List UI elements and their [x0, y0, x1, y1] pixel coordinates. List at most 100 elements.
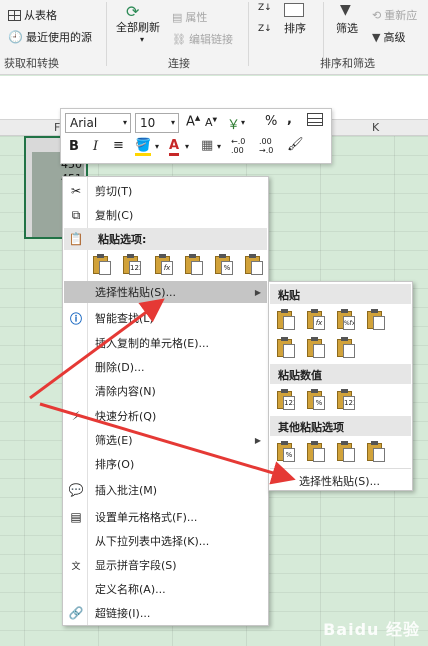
currency-format-button[interactable]: ￥	[227, 114, 240, 133]
advanced-filter-icon: ▼	[372, 30, 381, 44]
menu-item-smart-lookup[interactable]: ⓘ 智能查找(L)	[64, 307, 267, 329]
edit-links-button[interactable]: ⛓ 编辑链接	[172, 31, 233, 47]
fill-color-button[interactable]: 🪣	[135, 138, 152, 156]
menu-item-label: 快速分析(Q)	[95, 410, 157, 423]
sort-za-button[interactable]: Z↓	[258, 24, 272, 34]
paste-formatting-icon[interactable]: %	[213, 253, 235, 277]
submenu-section-paste: 粘贴	[270, 284, 411, 304]
menu-item-sort[interactable]: 排序(O)	[64, 453, 267, 475]
menu-item-copy[interactable]: ⧉ 复制(C)	[64, 204, 267, 226]
font-name-value: Arial	[70, 116, 98, 130]
refresh-all-label: 全部刷新	[116, 21, 160, 34]
submenu-arrow-icon: ▶	[254, 287, 261, 297]
reapply-button[interactable]: ⟲ 重新应	[372, 7, 417, 23]
watermark: Baidu 经验	[323, 620, 420, 639]
properties-button[interactable]: ▤ 属性	[172, 9, 207, 25]
sort-az-button[interactable]: Z↓	[258, 3, 272, 13]
paste-options-label: 粘贴选项:	[98, 233, 147, 246]
font-color-button[interactable]: A	[169, 138, 180, 156]
menu-item-label: 选择性粘贴(S)...	[95, 286, 177, 299]
increase-decimal-button[interactable]: ←.0 .00	[231, 137, 245, 155]
paste-picture-icon[interactable]	[335, 440, 357, 464]
filter-button[interactable]: 筛选	[336, 20, 358, 36]
column-header-k[interactable]: K	[372, 121, 379, 134]
ribbon-divider	[106, 2, 107, 66]
paste-formulas-icon[interactable]: fx	[305, 308, 327, 332]
menu-item-paste-special[interactable]: 选择性粘贴(S)... ▶	[64, 281, 267, 303]
italic-button[interactable]: I	[93, 139, 98, 154]
paste-options-icons: 123 fx %	[91, 253, 271, 281]
paste-link-icon[interactable]	[243, 253, 265, 277]
paste-formulas-icon[interactable]: fx	[153, 253, 175, 277]
menu-item-clear[interactable]: 清除内容(N)	[64, 380, 267, 402]
paste-link-icon[interactable]	[305, 440, 327, 464]
sort-az-icon: Z↓	[258, 3, 272, 13]
paste-linked-picture-icon[interactable]	[365, 440, 387, 464]
reapply-label: 重新应	[384, 9, 418, 22]
group-connections: 连接	[168, 57, 190, 70]
paste-formatting-icon[interactable]: %	[275, 440, 297, 464]
submenu-arrow-icon: ▶	[254, 435, 261, 445]
bold-button[interactable]: B	[69, 139, 79, 154]
center-align-button[interactable]: ≡	[113, 138, 124, 153]
refresh-all-button[interactable]: 全部刷新	[116, 19, 160, 35]
menu-item-delete[interactable]: 删除(D)...	[64, 356, 267, 378]
chevron-down-icon: ▾	[155, 142, 160, 151]
submenu-paste-icons: fx %fx	[275, 308, 405, 364]
sort-button[interactable]: 排序	[284, 20, 306, 36]
table-format-button[interactable]	[307, 113, 323, 130]
grow-font-button[interactable]: A▲	[186, 114, 200, 129]
font-name-dropdown[interactable]: Arial ▾	[65, 113, 131, 133]
paste-values-source-format-icon[interactable]: 123	[335, 388, 357, 412]
paste-keep-column-widths-icon[interactable]	[305, 336, 327, 360]
filter-icon: ▼	[340, 2, 351, 18]
font-size-dropdown[interactable]: 10 ▾	[135, 113, 179, 133]
menu-item-format-cells[interactable]: ▤ 设置单元格格式(F)...	[64, 506, 267, 528]
paste-icon[interactable]	[91, 253, 113, 277]
menu-item-label: 智能查找(L)	[95, 312, 154, 325]
menu-item-show-phonetic[interactable]: 文 显示拼音字段(S)	[64, 554, 267, 576]
recent-sources-label: 最近使用的源	[25, 31, 92, 44]
menu-item-quick-analysis[interactable]: ⚡ 快速分析(Q)	[64, 405, 267, 427]
from-table-button[interactable]: 从表格	[8, 7, 57, 23]
menu-item-insert-copied[interactable]: 插入复制的单元格(E)...	[64, 332, 267, 354]
paste-formulas-number-format-icon[interactable]: %fx	[335, 308, 357, 332]
fill-color-icon: 🪣	[135, 138, 152, 156]
menu-item-label: 清除内容(N)	[95, 385, 156, 398]
paste-no-borders-icon[interactable]	[275, 336, 297, 360]
scissors-icon: ✂	[70, 184, 82, 198]
borders-button[interactable]: ▦	[201, 138, 213, 153]
menu-item-label: 插入复制的单元格(E)...	[95, 337, 210, 350]
from-table-label: 从表格	[24, 9, 57, 22]
shrink-font-button[interactable]: A▼	[205, 116, 217, 129]
recent-sources-button[interactable]: 🕘 最近使用的源	[8, 29, 92, 45]
submenu-item-paste-special[interactable]: 选择性粘贴(S)...	[299, 473, 380, 489]
properties-icon: ▤	[172, 10, 183, 24]
decrease-decimal-button[interactable]: .00 →.0	[259, 137, 273, 155]
menu-item-filter[interactable]: 筛选(E) ▶	[64, 429, 267, 451]
submenu-other-icons: %	[275, 440, 405, 468]
reapply-icon: ⟲	[372, 8, 382, 22]
borders-icon: ▦	[201, 138, 214, 153]
menu-item-cut[interactable]: ✂ 剪切(T)	[64, 180, 267, 202]
paste-values-number-format-icon[interactable]: %	[305, 388, 327, 412]
menu-item-hyperlink[interactable]: 🔗 超链接(I)...	[64, 602, 267, 624]
format-painter-icon: 🖌	[287, 137, 304, 152]
align-center-icon: ≡	[113, 138, 124, 153]
paste-values-icon[interactable]: 123	[275, 388, 297, 412]
advanced-button[interactable]: ▼ 高级	[372, 29, 405, 45]
menu-item-insert-comment[interactable]: 💬 插入批注(M)	[64, 479, 267, 501]
paste-icon[interactable]	[275, 308, 297, 332]
paste-transpose-icon[interactable]	[183, 253, 205, 277]
paste-values-icon[interactable]: 123	[121, 253, 143, 277]
submenu-section-paste-values: 粘贴数值	[270, 364, 411, 384]
menu-item-pick-list[interactable]: 从下拉列表中选择(K)...	[64, 530, 267, 552]
link-icon: ⛓	[172, 32, 186, 46]
ribbon: 从表格 🕘 最近使用的源 获取和转换 ⟳ 全部刷新 ▾ ▤ 属性 ⛓ 编辑链接 …	[0, 0, 428, 75]
comma-style-button[interactable]: ,	[287, 112, 292, 127]
paste-transpose-icon[interactable]	[335, 336, 357, 360]
percent-style-button[interactable]: %	[265, 114, 277, 129]
menu-item-define-name[interactable]: 定义名称(A)...	[64, 578, 267, 600]
paste-keep-source-format-icon[interactable]	[365, 308, 387, 332]
format-painter-button[interactable]: 🖌	[287, 137, 304, 152]
